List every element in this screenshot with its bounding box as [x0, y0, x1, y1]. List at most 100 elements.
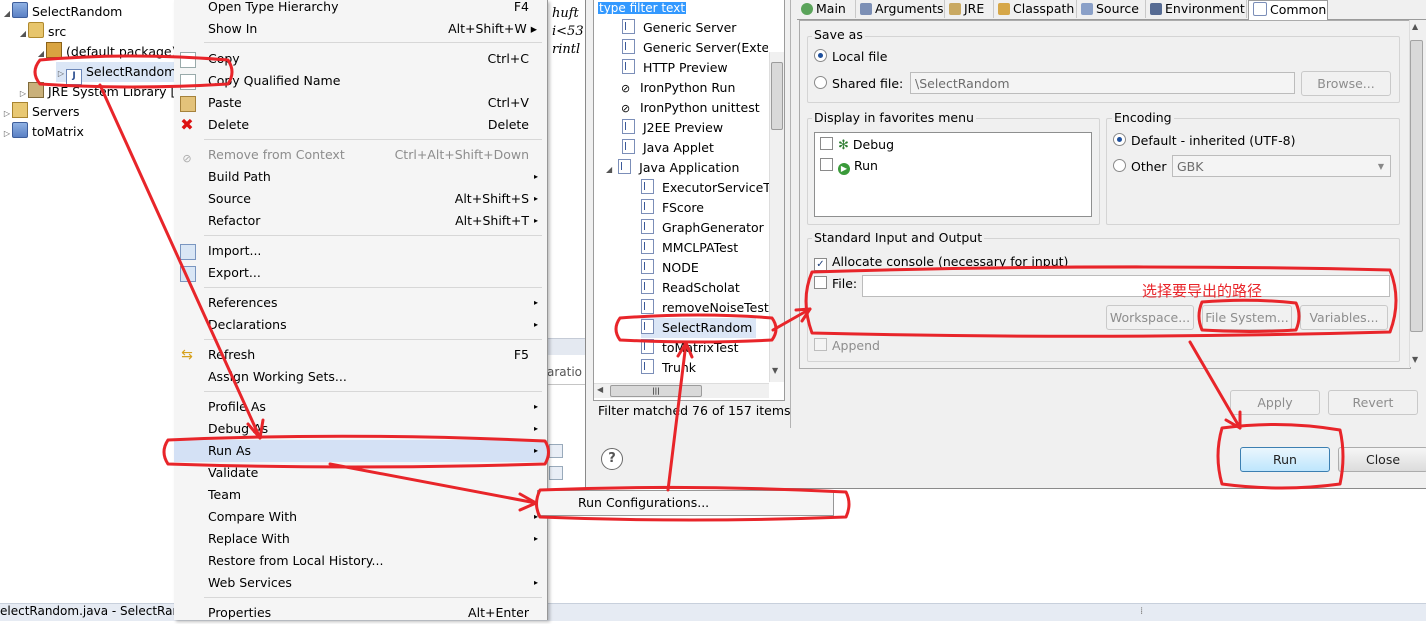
expand-icon[interactable]: ◢ [2, 4, 12, 24]
menu-item-validate[interactable]: Validate [174, 462, 547, 484]
expand-icon[interactable]: ▷ [2, 124, 12, 144]
config-item[interactable]: HTTP Preview [622, 58, 728, 78]
shared-file-radio[interactable]: Shared file: [814, 76, 903, 91]
favorite-run[interactable]: ▶ Run [820, 158, 878, 175]
menu-item-import[interactable]: Import... [174, 240, 547, 262]
tab-source[interactable]: Source [1077, 0, 1146, 18]
config-item[interactable]: MMCLPATest [641, 238, 738, 258]
config-item[interactable]: Java Applet [622, 138, 714, 158]
scroll-down-icon[interactable]: ▼ [772, 366, 778, 375]
menu-item-replace-with[interactable]: Replace With ▸ [174, 528, 547, 550]
menu-item-source[interactable]: Source Alt+Shift+S ▸ [174, 188, 547, 210]
close-button[interactable]: Close [1338, 447, 1426, 472]
expand-icon[interactable]: ▷ [18, 84, 28, 104]
config-item[interactable]: J2EE Preview [622, 118, 723, 138]
config-item[interactable]: FScore [641, 198, 704, 218]
menu-item-delete[interactable]: ✖ Delete Delete [174, 114, 547, 136]
file-checkbox[interactable]: File: [814, 276, 857, 291]
tree-vscroll-thumb[interactable] [771, 62, 783, 130]
config-item-selectrandom[interactable]: SelectRandom [641, 318, 757, 338]
tab-classpath[interactable]: Classpath [994, 0, 1077, 18]
view-tab-fragment[interactable]: aratio [547, 365, 582, 379]
menu-item-debug-as[interactable]: Debug As ▸ [174, 418, 547, 440]
menu-item-open-type-hierarchy[interactable]: Open Type Hierarchy F4 [174, 0, 547, 18]
menu-item-refresh[interactable]: ⇆ Refresh F5 [174, 344, 547, 366]
append-checkbox[interactable]: Append [814, 338, 880, 353]
local-file-radio[interactable]: Local file [814, 49, 887, 64]
scroll-down-icon[interactable]: ▼ [1412, 355, 1418, 364]
expand-icon[interactable]: ◢ [18, 24, 28, 44]
tab-common[interactable]: Common [1248, 0, 1328, 20]
config-item[interactable]: NODE [641, 258, 699, 278]
browse-button[interactable]: Browse... [1301, 71, 1391, 96]
tab-jre[interactable]: JRE [945, 0, 994, 18]
encoding-select[interactable]: GBK ▼ [1172, 155, 1391, 177]
tree-item-default-package[interactable]: ◢ (default package) [36, 42, 176, 62]
config-item-java-application[interactable]: ◢ Java Application [606, 158, 739, 178]
menu-item-remove-from-context[interactable]: ⊘ Remove from Context Ctrl+Alt+Shift+Down [174, 144, 547, 166]
variables-button[interactable]: Variables... [1300, 305, 1388, 330]
menu-item-copy-qualified-name[interactable]: Copy Qualified Name [174, 70, 547, 92]
encoding-default-radio[interactable]: Default - inherited (UTF-8) [1113, 133, 1295, 148]
config-item[interactable]: ⊘ IronPython Run [621, 78, 735, 98]
config-item[interactable]: Generic Server(External Launch) [622, 38, 768, 58]
revert-button[interactable]: Revert [1328, 390, 1418, 415]
run-button[interactable]: Run [1240, 447, 1330, 472]
help-icon[interactable]: ? [601, 448, 623, 470]
menu-item-references[interactable]: References ▸ [174, 292, 547, 314]
menu-item-build-path[interactable]: Build Path ▸ [174, 166, 547, 188]
config-item[interactable]: GraphGenerator [641, 218, 764, 238]
tree-hscroll-thumb[interactable]: ||| [610, 385, 702, 397]
menu-item-web-services[interactable]: Web Services ▸ [174, 572, 547, 594]
workspace-button[interactable]: Workspace... [1106, 305, 1194, 330]
config-item[interactable]: toMatrixTest [641, 338, 739, 358]
tree-item-tomatrix[interactable]: ▷ toMatrix [2, 122, 84, 142]
config-item[interactable]: removeNoiseTest [641, 298, 769, 318]
scroll-up-icon[interactable]: ▲ [1412, 22, 1418, 31]
menu-item-assign-working-sets[interactable]: Assign Working Sets... [174, 366, 547, 388]
menu-item-paste[interactable]: Paste Ctrl+V [174, 92, 547, 114]
panel-vscroll-thumb[interactable] [1410, 40, 1423, 332]
tab-main[interactable]: Main [797, 0, 856, 18]
menu-item-declarations[interactable]: Declarations ▸ [174, 314, 547, 336]
scroll-left-icon[interactable]: ◀ [597, 385, 603, 394]
menu-item-compare-with[interactable]: Compare With ▸ [174, 506, 547, 528]
tree-item-src[interactable]: ◢ src [18, 22, 66, 42]
menu-item-run-as[interactable]: Run As ▸ [174, 440, 547, 462]
encoding-other-radio[interactable]: Other [1113, 159, 1167, 174]
config-item[interactable]: Trunk [641, 358, 696, 378]
tree-item-servers[interactable]: ▷ Servers [2, 102, 80, 122]
config-item[interactable]: ExecutorServiceTest [641, 178, 769, 198]
allocate-console-checkbox[interactable]: ✓ Allocate console (necessary for input) [814, 254, 1068, 271]
filter-input[interactable]: type filter text [598, 0, 783, 14]
menu-item-properties[interactable]: Properties Alt+Enter [174, 602, 547, 624]
console-toolbar-icon[interactable] [549, 466, 563, 480]
file-system-button[interactable]: File System... [1202, 305, 1292, 330]
expand-icon[interactable]: ◢ [36, 44, 46, 64]
apply-button[interactable]: Apply [1230, 390, 1320, 415]
editor-hscroll[interactable] [547, 338, 587, 355]
menu-item-profile-as[interactable]: Profile As ▸ [174, 396, 547, 418]
menu-item-run-configurations[interactable]: Run Configurations... [578, 495, 709, 510]
tab-environment[interactable]: Environment [1146, 0, 1247, 18]
menu-item-restore-local-history[interactable]: Restore from Local History... [174, 550, 547, 572]
shared-file-path[interactable]: \SelectRandom [910, 72, 1295, 94]
file-path-input[interactable] [862, 275, 1390, 297]
config-item[interactable]: ⊘ IronPython unittest [621, 98, 760, 118]
expand-icon[interactable]: ▷ [56, 64, 66, 84]
menu-item-refactor[interactable]: Refactor Alt+Shift+T ▸ [174, 210, 547, 232]
menu-item-export[interactable]: Export... [174, 262, 547, 284]
tree-item-selectrandom-java[interactable]: ▷ J SelectRandom.java [56, 62, 206, 85]
tree-item-project-selectrandom[interactable]: ◢ SelectRandom [2, 2, 122, 22]
menu-item-team[interactable]: Team [174, 484, 547, 506]
config-item[interactable]: ReadScholat [641, 278, 740, 298]
collapse-icon[interactable]: ◢ [606, 165, 612, 174]
console-toolbar-icon[interactable] [549, 444, 563, 458]
tab-arguments[interactable]: Arguments [856, 0, 945, 18]
expand-icon[interactable]: ▷ [2, 104, 12, 124]
favorite-debug[interactable]: ✻ Debug [820, 137, 894, 153]
code-editor[interactable]: huft i<53 rintl [547, 0, 588, 350]
menu-item-copy[interactable]: Copy Ctrl+C [174, 48, 547, 70]
menu-item-show-in[interactable]: Show In Alt+Shift+W ▸ [174, 18, 547, 40]
config-item[interactable]: Generic Server [622, 18, 736, 38]
